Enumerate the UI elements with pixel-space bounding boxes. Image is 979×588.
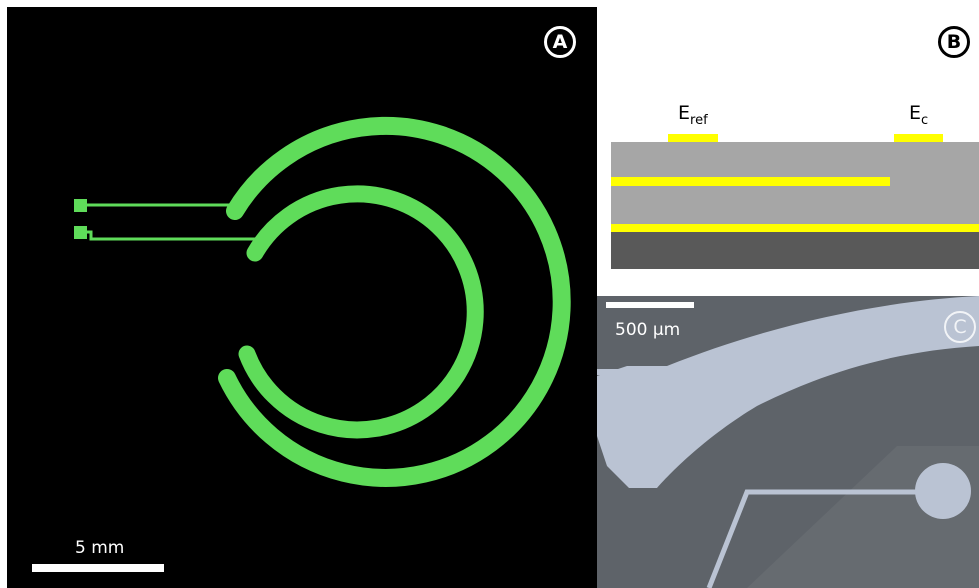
panel-b-letter: B [946, 31, 962, 53]
panel-a-letter: A [552, 31, 568, 53]
bottom-metal-layer [611, 224, 979, 232]
lead-trace-inner [87, 230, 255, 241]
electrode-layout-drawing [32, 116, 571, 572]
contact-pad-outer [74, 199, 87, 212]
panel-a-badge: A [544, 26, 576, 58]
substrate-layer [611, 231, 979, 269]
contact-pad-inner [74, 226, 87, 239]
ref-label-sub: ref [690, 112, 708, 128]
scale-bar-c [606, 302, 694, 308]
c-label-sub: c [921, 112, 929, 128]
panel-b-cross-section: B Eref Ec [597, 7, 979, 296]
ref-label-main: E [678, 102, 691, 124]
scale-bar-a [32, 564, 164, 572]
insulator-layer-lower [611, 187, 979, 224]
reference-electrode-pad [668, 134, 718, 142]
counter-electrode-label: Ec [909, 102, 928, 128]
panel-c-badge: C [944, 311, 976, 343]
panel-b-badge: B [938, 26, 970, 58]
scale-label-c: 500 µm [615, 320, 681, 340]
inner-ring-electrode [238, 185, 484, 439]
buried-metal-trace [611, 177, 890, 186]
counter-electrode-pad [894, 134, 943, 142]
scale-label-a: 5 mm [75, 538, 125, 558]
c-label-main: E [909, 102, 922, 124]
reference-electrode-label: Eref [678, 102, 708, 128]
panel-a-layout: A 5 mm [7, 7, 597, 588]
panel-c-micrograph: 500 µm C [597, 296, 979, 588]
circular-pad [915, 463, 971, 519]
panel-c-letter: C [953, 316, 967, 338]
cross-section-drawing [611, 134, 979, 269]
